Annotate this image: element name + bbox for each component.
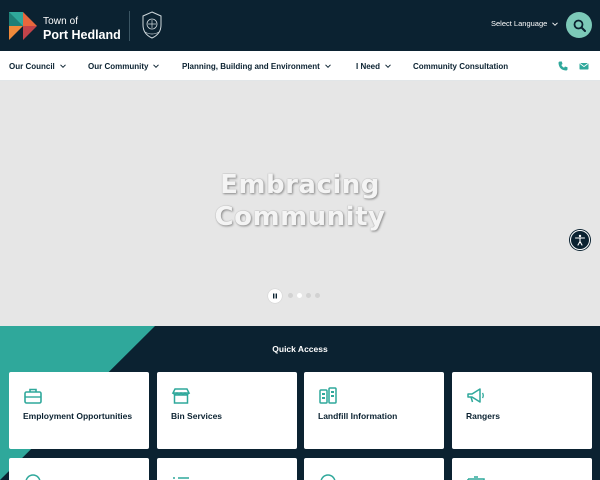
nav-item-planning[interactable]: Planning, Building and Environment bbox=[182, 51, 331, 81]
nav-item-i-need[interactable]: I Need bbox=[356, 51, 391, 81]
store-icon bbox=[171, 388, 191, 404]
quick-card-row2-3[interactable] bbox=[304, 458, 444, 480]
quick-card-employment[interactable]: Employment Opportunities bbox=[9, 372, 149, 449]
chevron-down-icon bbox=[385, 64, 391, 69]
accessibility-icon bbox=[574, 234, 586, 246]
carousel-dot[interactable] bbox=[306, 293, 311, 298]
megaphone-icon bbox=[467, 388, 484, 403]
search-icon bbox=[573, 19, 586, 32]
quick-card-row2-2[interactable] bbox=[157, 458, 297, 480]
carousel-pause-button[interactable] bbox=[268, 289, 282, 303]
quick-card-row2-4[interactable] bbox=[452, 458, 592, 480]
info-icon bbox=[25, 474, 41, 480]
chevron-down-icon bbox=[59, 64, 66, 69]
hero-carousel: Embracing Community bbox=[0, 81, 600, 326]
carousel-dots bbox=[288, 293, 320, 298]
nav-item-our-community[interactable]: Our Community bbox=[88, 51, 160, 81]
phone-icon[interactable] bbox=[557, 60, 569, 72]
nav-label: Our Council bbox=[9, 61, 55, 71]
quick-card-row2-1[interactable] bbox=[9, 458, 149, 480]
briefcase-icon bbox=[24, 388, 42, 404]
quick-access-title: Quick Access bbox=[272, 344, 328, 354]
hero-title: Embracing Community bbox=[0, 169, 600, 233]
town-logo-icon[interactable] bbox=[9, 12, 37, 40]
nav-item-community-consultation[interactable]: Community Consultation bbox=[413, 51, 508, 81]
chevron-down-icon bbox=[324, 64, 331, 69]
logo-big-text: Port Hedland bbox=[43, 28, 121, 42]
logo-small-text: Town of bbox=[43, 16, 79, 27]
building-icon bbox=[319, 387, 337, 404]
town-logo-text[interactable]: Town of Port Hedland bbox=[43, 17, 121, 42]
quick-card-label: Rangers bbox=[466, 411, 501, 421]
language-label: Select Language bbox=[491, 19, 548, 28]
quick-card-rangers[interactable]: Rangers bbox=[452, 372, 592, 449]
list-icon bbox=[173, 477, 189, 479]
main-nav: Our Council Our Community Planning, Buil… bbox=[0, 51, 600, 81]
site-header: Town of Port Hedland Select Language bbox=[0, 0, 600, 51]
pause-icon bbox=[273, 293, 277, 299]
crest-icon bbox=[142, 11, 162, 39]
search-button[interactable] bbox=[566, 12, 592, 38]
chevron-down-icon bbox=[552, 21, 559, 26]
nav-label: I Need bbox=[356, 61, 381, 71]
nav-label: Community Consultation bbox=[413, 61, 509, 71]
ticket-icon bbox=[467, 476, 485, 480]
globe-icon bbox=[320, 474, 336, 480]
nav-label: Planning, Building and Environment bbox=[182, 61, 320, 71]
quick-card-bin-services[interactable]: Bin Services bbox=[157, 372, 297, 449]
chevron-down-icon bbox=[153, 64, 160, 69]
nav-item-our-council[interactable]: Our Council bbox=[9, 51, 66, 81]
carousel-dot-active[interactable] bbox=[297, 293, 302, 298]
carousel-dot[interactable] bbox=[315, 293, 320, 298]
accessibility-button[interactable] bbox=[570, 230, 590, 250]
quick-card-label: Bin Services bbox=[171, 411, 223, 421]
quick-card-landfill[interactable]: Landfill Information bbox=[304, 372, 444, 449]
quick-card-label: Employment Opportunities bbox=[23, 411, 133, 421]
carousel-dot[interactable] bbox=[288, 293, 293, 298]
nav-label: Our Community bbox=[88, 61, 149, 71]
hero-title-line-2: Community bbox=[214, 202, 386, 232]
quick-card-label: Landfill Information bbox=[318, 411, 398, 421]
logo-divider bbox=[129, 11, 130, 41]
quick-access-section: Quick Access Employment Opportunities Bi… bbox=[0, 326, 600, 480]
language-selector[interactable]: Select Language bbox=[491, 19, 559, 28]
hero-title-line-1: Embracing bbox=[220, 170, 380, 200]
mail-icon[interactable] bbox=[578, 60, 590, 72]
